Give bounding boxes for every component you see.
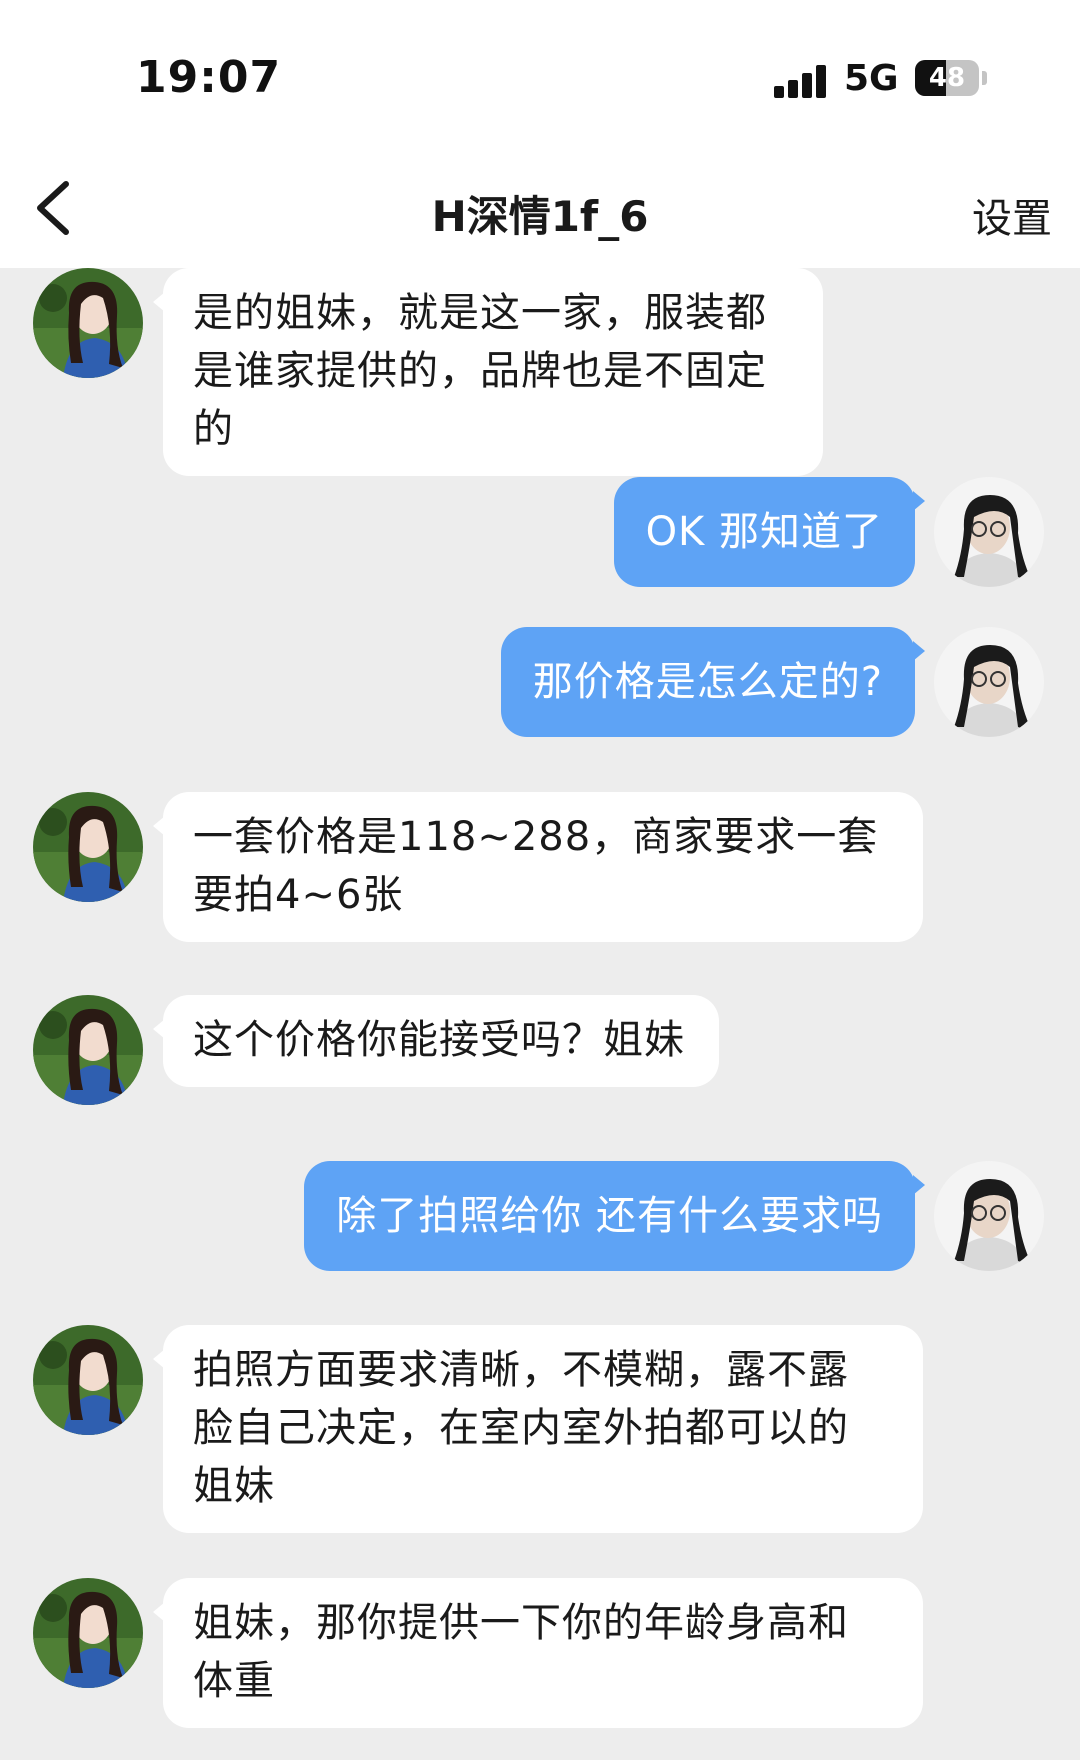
message-bubble-incoming: 拍照方面要求清晰，不模糊，露不露脸自己决定，在室内室外拍都可以的姐妹	[153, 1325, 923, 1533]
top-bar: 19:07 5G 48 H深情1f_6 设置	[0, 0, 1080, 268]
message-bubble-incoming: 姐妹，那你提供一下你的年龄身高和体重	[153, 1578, 923, 1728]
contact-avatar[interactable]	[33, 268, 143, 378]
contact-avatar[interactable]	[33, 1325, 143, 1435]
self-avatar-image	[934, 1161, 1044, 1271]
settings-button[interactable]: 设置	[972, 186, 1052, 244]
message-bubble-incoming: 一套价格是118~288，商家要求一套要拍4~6张	[153, 792, 923, 942]
contact-avatar-image	[33, 995, 143, 1105]
self-avatar[interactable]	[934, 477, 1044, 587]
message-bubble-incoming: 是的姐妹，就是这一家，服装都是谁家提供的，品牌也是不固定的	[153, 268, 823, 476]
message-bubble-incoming: 这个价格你能接受吗？姐妹	[153, 995, 719, 1087]
status-time: 19:07	[136, 52, 282, 103]
battery-icon: 48	[915, 60, 979, 96]
contact-avatar[interactable]	[33, 1578, 143, 1688]
contact-avatar-image	[33, 1578, 143, 1688]
contact-avatar[interactable]	[33, 792, 143, 902]
self-avatar-image	[934, 627, 1044, 737]
message-bubble-outgoing: 除了拍照给你 还有什么要求吗	[304, 1161, 925, 1271]
message-bubble-outgoing: OK 那知道了	[613, 477, 926, 587]
chat-title: H深情1f_6	[431, 192, 649, 241]
network-label: 5G	[844, 58, 899, 99]
self-avatar[interactable]	[934, 1161, 1044, 1271]
self-avatar[interactable]	[934, 627, 1044, 737]
contact-avatar[interactable]	[33, 995, 143, 1105]
contact-avatar-image	[33, 1325, 143, 1435]
contact-avatar-image	[33, 268, 143, 378]
battery-cap	[982, 71, 987, 85]
signal-icon	[774, 64, 828, 98]
self-avatar-image	[934, 477, 1044, 587]
battery-level-text: 48	[928, 63, 966, 93]
message-bubble-outgoing: 那价格是怎么定的?	[500, 627, 926, 737]
contact-avatar-image	[33, 792, 143, 902]
